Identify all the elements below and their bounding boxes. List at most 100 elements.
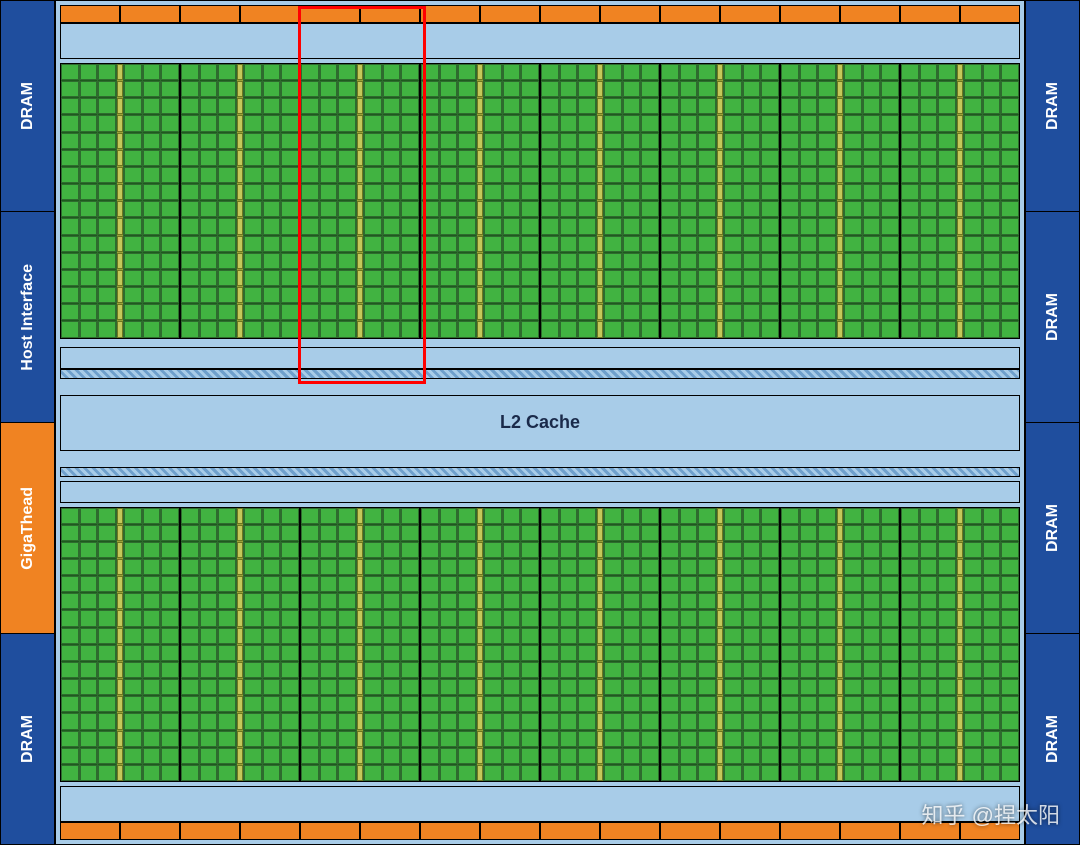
cuda-core [364,731,382,747]
cuda-core [320,150,338,166]
cuda-core [623,253,641,269]
cuda-core [983,201,1001,217]
cuda-core [458,321,476,337]
cuda-core [301,64,319,80]
cuda-core [263,321,281,337]
cuda-core [338,576,356,592]
cuda-core [98,201,116,217]
cuda-core [440,576,458,592]
cuda-core [320,218,338,234]
cuda-core [218,713,236,729]
mem-segment [720,5,780,23]
cuda-core [244,98,262,114]
cuda-core [181,287,199,303]
cuda-core [964,218,982,234]
cuda-core [281,184,299,200]
cuda-core [80,64,98,80]
cuda-core [124,184,142,200]
cuda-core [881,610,899,626]
sm-core-column [844,508,862,782]
cuda-core [844,576,862,592]
cuda-core [458,645,476,661]
cuda-core [181,150,199,166]
cuda-core [421,201,439,217]
cuda-core [1001,628,1019,644]
ldst-unit [477,133,483,149]
cuda-core [698,218,716,234]
cuda-core [458,628,476,644]
ldst-unit [597,525,603,541]
cuda-core [680,610,698,626]
sm-ldst-column [717,64,723,338]
ldst-unit [597,304,603,320]
cuda-core [844,270,862,286]
cuda-core [503,64,521,80]
cuda-core [521,559,539,575]
cuda-core [200,167,218,183]
cuda-core [743,765,761,781]
ldst-unit [957,184,963,200]
cuda-core [401,321,419,337]
ldst-unit [117,98,123,114]
cuda-core [724,542,742,558]
cuda-core [98,696,116,712]
cuda-core [440,713,458,729]
cuda-core [320,236,338,252]
cuda-core [80,321,98,337]
cuda-core [743,713,761,729]
ldst-unit [117,236,123,252]
cuda-core [983,167,1001,183]
cuda-core [421,645,439,661]
cuda-core [983,64,1001,80]
cuda-core [781,133,799,149]
cuda-core [964,662,982,678]
cuda-core [901,150,919,166]
sm-core-column [604,64,622,338]
cuda-core [161,525,179,541]
cuda-core [844,81,862,97]
cuda-core [503,508,521,524]
cuda-core [281,576,299,592]
cuda-core [844,765,862,781]
cuda-core [938,98,956,114]
cuda-core [743,133,761,149]
cuda-core [244,731,262,747]
cuda-core [181,525,199,541]
ldst-unit [957,731,963,747]
cuda-core [881,201,899,217]
cuda-core [983,610,1001,626]
cuda-core [844,559,862,575]
cuda-core [484,748,502,764]
cuda-core [383,304,401,320]
cuda-core [761,765,779,781]
cuda-core [383,287,401,303]
cuda-core [863,525,881,541]
cuda-core [560,115,578,131]
cuda-core [440,748,458,764]
cuda-core [680,184,698,200]
cuda-core [623,679,641,695]
ldst-unit [837,610,843,626]
cuda-core [200,150,218,166]
sm-core-column [818,64,836,338]
gpc-half-top [56,1,1024,383]
cuda-core [200,287,218,303]
ldst-unit [477,321,483,337]
sm-core-column [383,64,401,338]
cuda-core [920,98,938,114]
cuda-core [863,218,881,234]
ldst-unit [597,748,603,764]
cuda-core [761,321,779,337]
ldst-unit [837,321,843,337]
cuda-core [983,559,1001,575]
cuda-core [863,696,881,712]
cuda-core [844,167,862,183]
cuda-core [364,184,382,200]
cuda-core [761,201,779,217]
cuda-core [320,542,338,558]
cuda-core [920,610,938,626]
cuda-core [440,559,458,575]
gpc-half-bottom [56,463,1024,845]
cuda-core [440,542,458,558]
cuda-core [901,98,919,114]
